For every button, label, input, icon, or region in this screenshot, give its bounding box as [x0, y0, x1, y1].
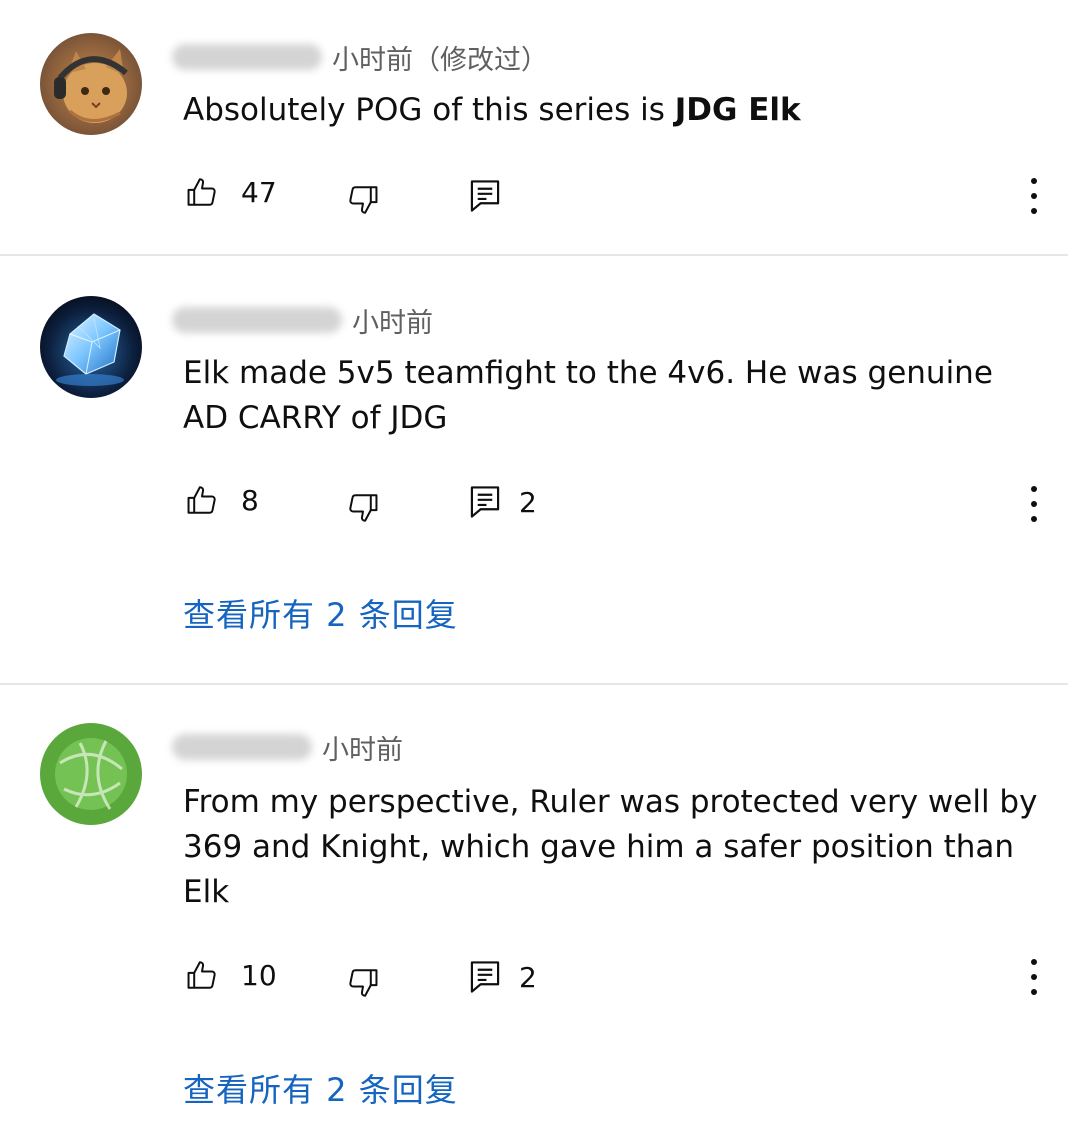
reply-button[interactable]: 2 — [469, 957, 537, 997]
cat-avatar-image — [40, 33, 142, 135]
comment-meta: 小时前（修改过） — [172, 37, 548, 77]
like-button[interactable]: 8 — [185, 480, 259, 520]
timestamp: 小时前 — [352, 307, 433, 339]
reply-count: 2 — [519, 485, 537, 519]
green-avatar-image — [40, 723, 142, 825]
like-button[interactable]: 47 — [185, 172, 277, 212]
dislike-button[interactable] — [346, 963, 380, 1003]
comment-2: 小时前 Elk made 5v5 teamfight to the 4v6. H… — [0, 256, 1068, 683]
like-count: 10 — [241, 958, 277, 992]
more-vertical-icon — [1031, 486, 1037, 492]
timestamp: 小时前 — [322, 734, 403, 766]
like-button[interactable]: 10 — [185, 955, 277, 995]
thumbs-down-icon — [349, 494, 378, 522]
username-redacted[interactable] — [172, 734, 312, 760]
username-redacted[interactable] — [172, 307, 342, 333]
avatar-cat[interactable] — [40, 33, 142, 135]
reply-icon — [470, 961, 500, 993]
thumbs-up-icon — [187, 486, 216, 514]
comment-text: From my perspective, Ruler was protected… — [183, 784, 1038, 910]
comment-text-bold: JDG Elk — [674, 92, 801, 128]
reply-icon — [470, 180, 500, 212]
dislike-button[interactable] — [346, 488, 380, 528]
thumbs-down-icon — [349, 969, 378, 997]
username-redacted[interactable] — [172, 44, 322, 70]
avatar-crystal[interactable] — [40, 296, 142, 398]
avatar-green[interactable] — [40, 723, 142, 825]
view-replies-link[interactable]: 查看所有 2 条回复 — [183, 1065, 458, 1111]
more-options-button[interactable] — [1022, 178, 1046, 214]
thumbs-up-icon — [187, 961, 216, 989]
comment-meta: 小时前 — [172, 300, 433, 340]
reply-button[interactable] — [469, 176, 501, 216]
like-count: 47 — [241, 175, 277, 209]
reply-button[interactable]: 2 — [469, 482, 537, 522]
reply-icon — [470, 486, 500, 518]
reply-count: 2 — [519, 960, 537, 994]
dislike-button[interactable] — [346, 180, 380, 220]
more-vertical-icon — [1031, 178, 1037, 184]
timestamp: 小时前（修改过） — [332, 44, 548, 76]
comment-meta: 小时前 — [172, 727, 403, 767]
comment-text: Absolutely POG of this series is JDG Elk — [183, 92, 801, 128]
view-replies-link[interactable]: 查看所有 2 条回复 — [183, 590, 458, 636]
like-count: 8 — [241, 483, 259, 517]
crystal-avatar-image — [40, 296, 142, 398]
comment-1: 小时前（修改过） Absolutely POG of this series i… — [0, 0, 1068, 254]
comment-3: 小时前 From my perspective, Ruler was prote… — [0, 685, 1068, 1123]
more-options-button[interactable] — [1022, 959, 1046, 995]
more-options-button[interactable] — [1022, 486, 1046, 522]
comment-text: Elk made 5v5 teamfight to the 4v6. He wa… — [183, 355, 993, 436]
thumbs-down-icon — [349, 186, 378, 214]
more-vertical-icon — [1031, 959, 1037, 965]
thumbs-up-icon — [187, 178, 216, 206]
